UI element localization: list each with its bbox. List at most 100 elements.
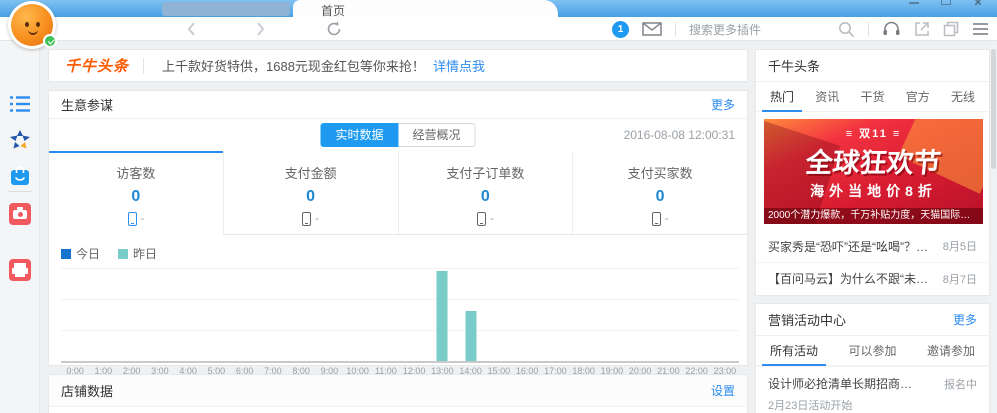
stat-mobile-value: - (315, 213, 319, 225)
tab-official[interactable]: 官方 (906, 82, 930, 112)
online-status-badge (43, 34, 57, 48)
headlines-title: 千牛头条 (768, 56, 820, 75)
legend-today-label: 今日 (76, 245, 100, 262)
minimize-button[interactable] (909, 0, 919, 4)
toolbar: 1 搜索更多插件 (0, 17, 997, 41)
search-icon[interactable] (838, 21, 855, 38)
advisor-header: 生意参谋 更多 (49, 91, 747, 119)
mobile-phone-icon (652, 212, 661, 226)
gridline (61, 268, 739, 269)
stat-label: 支付金额 (224, 163, 398, 182)
legend-yesterday-swatch (118, 249, 128, 259)
community-star-icon[interactable] (9, 129, 31, 151)
shop-data-header: 店铺数据 设置 (49, 375, 747, 407)
news-date: 8月7日 (943, 271, 977, 287)
shop-data-card: 店铺数据 设置 (48, 374, 748, 413)
stat-mobile-value: - (490, 213, 494, 225)
qianniu-workbench-window: 首页 1 搜索更多插 (0, 0, 997, 413)
news-item[interactable]: 【百问马云】为什么不跟“未成年”的阿里人谈… 8月7日 (756, 262, 989, 294)
tab-wireless[interactable]: 无线 (951, 82, 975, 112)
hourly-bar-chart (61, 268, 739, 363)
marketing-panel: 营销活动中心 更多 所有活动 可以参加 邀请参加 设计师必抢清单长期招商2016… (755, 303, 990, 413)
marketing-item-status: 报名中 (944, 376, 977, 392)
marketing-tabs: 所有活动 可以参加 邀请参加 (756, 336, 989, 366)
scrollbar-track[interactable] (990, 41, 997, 413)
sidebar-divider (8, 191, 32, 192)
tab-home[interactable]: 首页 (293, 0, 558, 17)
menu-icon[interactable] (972, 22, 989, 36)
mail-icon[interactable] (642, 22, 662, 36)
marketing-more-link[interactable]: 更多 (953, 311, 977, 328)
external-link-icon[interactable] (914, 21, 930, 37)
promo-banner-image[interactable]: ≡ 双11 ≡ 全球狂欢节 海外当地价8折 2000个潜力爆款，千万补贴力度，天… (764, 119, 983, 224)
camera-icon[interactable] (9, 203, 31, 225)
notification-badge[interactable]: 1 (612, 21, 629, 38)
banner-caption: 2000个潜力爆款，千万补贴力度，天猫国际想跟旧… (764, 208, 983, 224)
marketing-title: 营销活动中心 (768, 310, 846, 329)
back-icon[interactable] (184, 21, 200, 37)
stat-value: 0 (399, 188, 573, 206)
toggle-business-overview[interactable]: 经营概况 (399, 123, 476, 147)
maximize-button[interactable] (941, 0, 951, 5)
shop-data-settings-link[interactable]: 设置 (711, 382, 735, 399)
forward-icon[interactable] (252, 21, 268, 37)
sidebar (0, 41, 40, 413)
stat-mobile-value: - (141, 213, 145, 225)
window-controls (909, 0, 983, 5)
business-advisor-card: 生意参谋 更多 实时数据 经营概况 2016-08-08 12:00:31 访客… (48, 90, 748, 366)
news-item[interactable]: 买家秀是“恐吓”还是“吆喝”？这几招见高低！ 8月5日 (756, 230, 989, 262)
stat-paying-buyers[interactable]: 支付买家数 0 - (572, 151, 747, 235)
avatar-mouth-icon (28, 30, 38, 35)
tab-hot[interactable]: 热门 (770, 82, 794, 112)
stats-strip: 访客数 0 - 支付金额 0 - 支付子订单数 0 - 支付买家数 0 - (49, 151, 747, 235)
news-date: 8月5日 (943, 238, 977, 254)
stat-value: 0 (224, 188, 398, 206)
close-button[interactable] (973, 0, 983, 5)
stat-label: 支付买家数 (573, 163, 747, 182)
data-mode-toggle: 实时数据 经营概况 (320, 123, 475, 147)
headset-icon[interactable] (882, 21, 901, 37)
stat-paid-suborders[interactable]: 支付子订单数 0 - (398, 151, 573, 235)
mobile-phone-icon (477, 212, 486, 226)
user-avatar[interactable] (8, 1, 56, 49)
headline-detail-link[interactable]: 详情点我 (433, 56, 485, 75)
headline-banner[interactable]: 千牛头条 上千款好货特供，1688元现金红包等你来抢！ 详情点我 (48, 49, 748, 82)
refresh-icon[interactable] (326, 21, 342, 37)
shop-bag-icon[interactable] (9, 165, 31, 187)
tab-all-activities[interactable]: 所有活动 (770, 336, 818, 366)
headlines-panel: 千牛头条 热门 资讯 干货 官方 无线 ≡ 双11 ≡ 全球狂欢节 海外当地价8… (755, 49, 990, 296)
avatar-eye-icon (25, 22, 29, 27)
toolbar-right-cluster: 1 搜索更多插件 (612, 17, 989, 41)
stat-visitors[interactable]: 访客数 0 - (49, 151, 223, 235)
advisor-more-link[interactable]: 更多 (711, 96, 735, 113)
banner-sub-text: 海外当地价8折 (764, 181, 983, 201)
marketing-item[interactable]: 设计师必抢清单长期招商2016 报名中 2月23日活动开始 (756, 366, 989, 413)
tab-invited[interactable]: 邀请参加 (927, 336, 975, 366)
toolbar-separator (675, 22, 676, 36)
toggle-realtime-data[interactable]: 实时数据 (320, 123, 398, 147)
printer-icon[interactable] (9, 259, 31, 281)
menu-list-icon[interactable] (9, 93, 31, 115)
account-name-plate[interactable] (162, 2, 290, 16)
stat-payment-amount[interactable]: 支付金额 0 - (223, 151, 398, 235)
news-title: 买家秀是“恐吓”还是“吆喝”？这几招见高低！ (768, 238, 928, 255)
legend-yesterday: 昨日 (118, 245, 157, 262)
advisor-toggle-row: 实时数据 经营概况 2016-08-08 12:00:31 (49, 119, 747, 151)
scrollbar-thumb[interactable] (991, 49, 996, 169)
banner-main-text: 全球狂欢节 (764, 141, 983, 180)
tab-can-join[interactable]: 可以参加 (848, 336, 896, 366)
headlines-tabs: 热门 资讯 干货 官方 无线 (756, 82, 989, 112)
qianniu-toutiao-logo: 千牛头条 (65, 55, 129, 76)
news-title: 【百问马云】为什么不跟“未成年”的阿里人谈… (768, 270, 928, 287)
gridline (61, 330, 739, 331)
stat-value: 0 (49, 188, 223, 206)
toolbar-separator (868, 22, 869, 36)
headlines-header: 千牛头条 (756, 50, 989, 82)
plugin-search-input[interactable]: 搜索更多插件 (689, 21, 761, 38)
legend-today-swatch (61, 249, 71, 259)
bar-昨日-13:00 (437, 271, 448, 361)
copy-window-icon[interactable] (943, 21, 959, 37)
stat-value: 0 (573, 188, 747, 206)
tab-news[interactable]: 资讯 (815, 82, 839, 112)
tab-tips[interactable]: 干货 (860, 82, 884, 112)
